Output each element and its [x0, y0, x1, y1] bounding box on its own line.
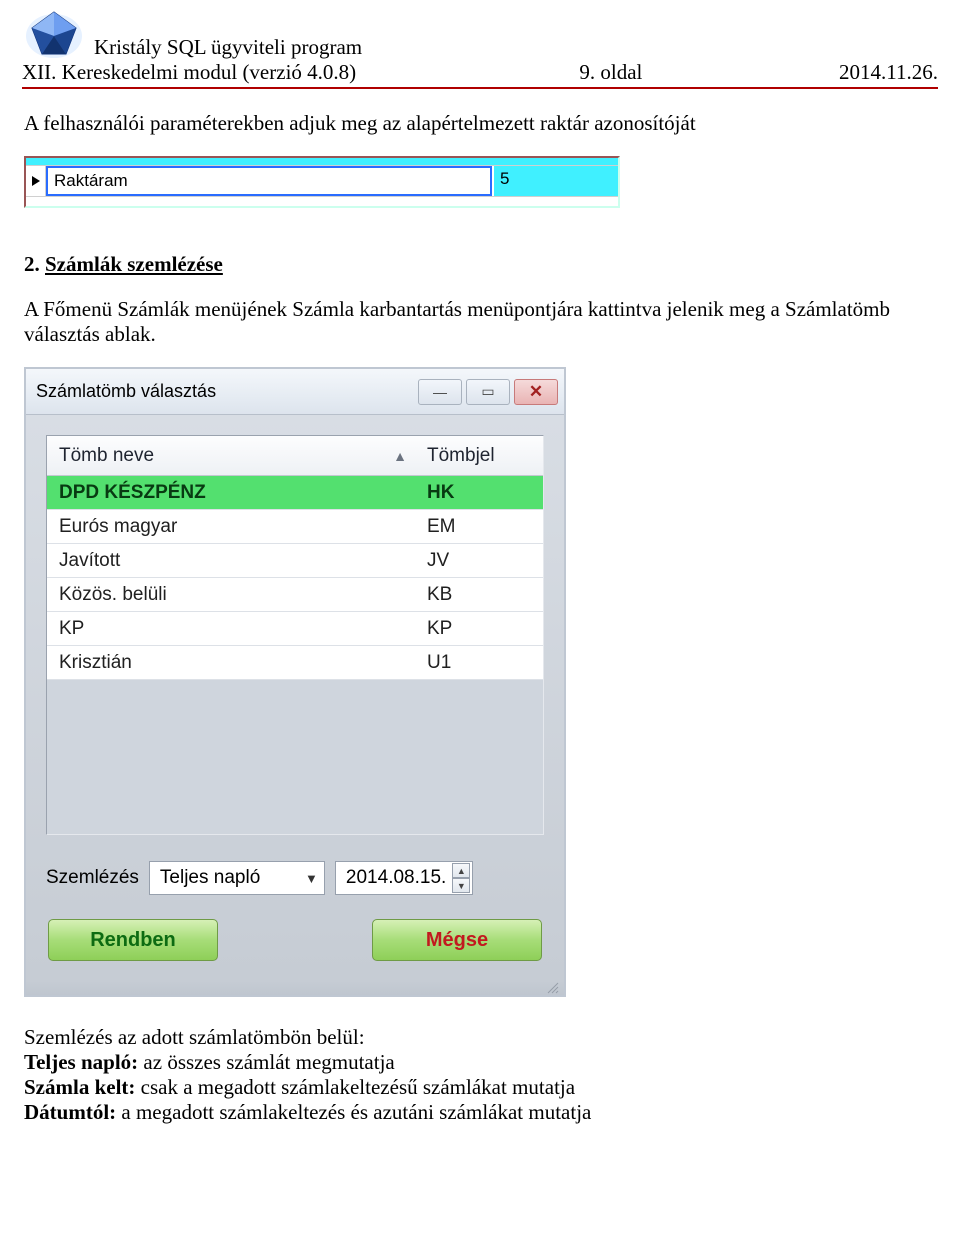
explain-szamla-kelt-text: csak a megadott számlakeltezésű számláka…: [135, 1075, 575, 1099]
spinner-up-icon[interactable]: ▲: [452, 863, 470, 878]
row-marker-icon: [26, 166, 46, 196]
explain-datumtol-text: a megadott számlakeltezés és azutáni szá…: [116, 1100, 591, 1124]
section-number: 2.: [24, 252, 40, 276]
grid-cell-name: DPD KÉSZPÉNZ: [47, 478, 419, 508]
date-value: 2014.08.15.: [346, 867, 446, 889]
page-number: 9. oldal: [579, 60, 642, 85]
paragraph-2: A Főmenü Számlák menüjének Számla karban…: [24, 297, 936, 347]
param-name-cell[interactable]: Raktáram: [46, 166, 492, 196]
close-icon[interactable]: ✕: [514, 379, 558, 405]
chevron-down-icon: ▼: [305, 871, 318, 886]
explain-line-1: Szemlézés az adott számlatömbön belül:: [24, 1025, 936, 1050]
grid-row[interactable]: Krisztián U1: [47, 646, 543, 680]
grid-row[interactable]: KP KP: [47, 612, 543, 646]
explain-datumtol-label: Dátumtól:: [24, 1100, 116, 1124]
document-header: Kristály SQL ügyviteli program XII. Kere…: [0, 0, 960, 89]
grid-cell-code: EM: [419, 512, 543, 542]
grid-row[interactable]: Eurós magyar EM: [47, 510, 543, 544]
grid-cell-name: KP: [47, 614, 419, 644]
section-title: Számlák szemlézése: [45, 252, 223, 276]
dialog-titlebar[interactable]: Számlatömb választás — ▭ ✕: [26, 369, 564, 415]
tomb-grid[interactable]: Tömb neve ▲ Tömbjel DPD KÉSZPÉNZ HK Euró…: [46, 435, 544, 835]
szemlezes-combo[interactable]: Teljes napló ▼: [149, 861, 325, 895]
grid-cell-code: JV: [419, 546, 543, 576]
module-line: XII. Kereskedelmi modul (verzió 4.0.8): [22, 60, 356, 85]
program-name: Kristály SQL ügyviteli program: [94, 35, 362, 60]
cancel-button[interactable]: Mégse: [372, 919, 542, 961]
explain-szamla-kelt-label: Számla kelt:: [24, 1075, 135, 1099]
explain-teljes-naplo-label: Teljes napló:: [24, 1050, 138, 1074]
section-2-heading: 2. Számlák szemlézése: [24, 252, 936, 277]
grid-col-name[interactable]: Tömb neve: [59, 445, 154, 467]
ok-button[interactable]: Rendben: [48, 919, 218, 961]
grid-cell-code: KB: [419, 580, 543, 610]
grid-cell-code: KP: [419, 614, 543, 644]
screenshot-raktaram: Raktáram 5: [24, 156, 620, 208]
szemlezes-explain: Szemlézés az adott számlatömbön belül: T…: [24, 1025, 936, 1125]
szemlezes-label: Szemlézés: [46, 867, 139, 889]
grid-cell-name: Közös. belüli: [47, 580, 419, 610]
combo-value: Teljes napló: [160, 867, 260, 889]
sort-asc-icon[interactable]: ▲: [393, 448, 407, 464]
spinner-down-icon[interactable]: ▼: [452, 878, 470, 893]
grid-row[interactable]: Közös. belüli KB: [47, 578, 543, 612]
grid-cell-code: U1: [419, 648, 543, 678]
grid-cell-name: Krisztián: [47, 648, 419, 678]
grid-cell-name: Javított: [47, 546, 419, 576]
explain-teljes-naplo-text: az összes számlát megmutatja: [138, 1050, 395, 1074]
header-date: 2014.11.26.: [839, 60, 938, 85]
screenshot-dialog: Számlatömb választás — ▭ ✕ Tömb neve ▲ T…: [24, 367, 566, 997]
date-input[interactable]: 2014.08.15. ▲ ▼: [335, 861, 473, 895]
grid-cell-code: HK: [419, 478, 543, 508]
grid-empty-area: [47, 680, 543, 835]
param-value-cell[interactable]: 5: [494, 166, 618, 196]
grid-col-code[interactable]: Tömbjel: [419, 439, 543, 473]
app-logo-icon: [22, 6, 86, 60]
grid-header[interactable]: Tömb neve ▲ Tömbjel: [47, 436, 543, 476]
grid-row[interactable]: Javított JV: [47, 544, 543, 578]
grid-row[interactable]: DPD KÉSZPÉNZ HK: [47, 476, 543, 510]
paragraph-1: A felhasználói paraméterekben adjuk meg …: [24, 111, 936, 136]
resize-grip-icon[interactable]: [26, 981, 564, 995]
grid-cell-name: Eurós magyar: [47, 512, 419, 542]
maximize-icon[interactable]: ▭: [466, 379, 510, 405]
dialog-title-text: Számlatömb választás: [36, 381, 216, 402]
minimize-icon[interactable]: —: [418, 379, 462, 405]
